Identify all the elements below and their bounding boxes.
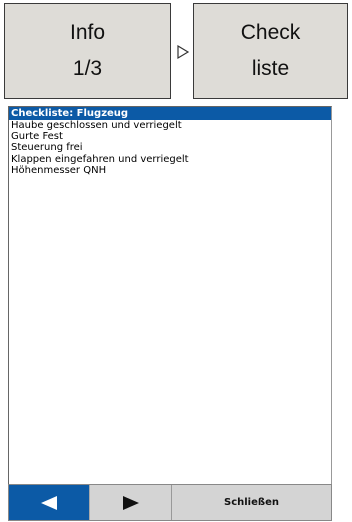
info-button[interactable]: Info 1/3 [4,3,171,99]
checklist-panel: Checkliste: Flugzeug Haube geschlossen u… [8,106,332,486]
checklist-item: Gurte Fest [11,131,63,143]
checklist-title: Checkliste: Flugzeug [9,107,331,120]
checklist-item: Höhenmesser QNH [11,164,107,176]
checklist-screen: Info 1/3 Check liste Checkliste: Flugzeu… [0,0,352,522]
triangle-right-icon [122,495,139,510]
checklist-button[interactable]: Check liste [193,3,348,99]
checklist-item: Haube geschlossen und verriegelt [11,120,182,131]
next-button[interactable] [89,485,171,520]
triangle-right-outline-icon [177,44,190,60]
info-button-page: 1/3 [72,57,103,80]
checklist-item: Klappen eingefahren und verriegelt [11,153,189,165]
close-button[interactable]: Schließen [171,485,331,520]
checklist-button-line1: Check [240,21,301,44]
checklist-item: Steuerung frei [11,142,83,154]
triangle-left-icon [41,495,57,510]
bottom-bar: Schließen [8,484,332,521]
checklist-body[interactable]: Haube geschlossen und verriegelt Gurte F… [9,120,331,176]
info-button-label: Info [69,21,106,44]
checklist-button-line2: liste [251,57,290,80]
previous-button[interactable] [9,485,89,520]
